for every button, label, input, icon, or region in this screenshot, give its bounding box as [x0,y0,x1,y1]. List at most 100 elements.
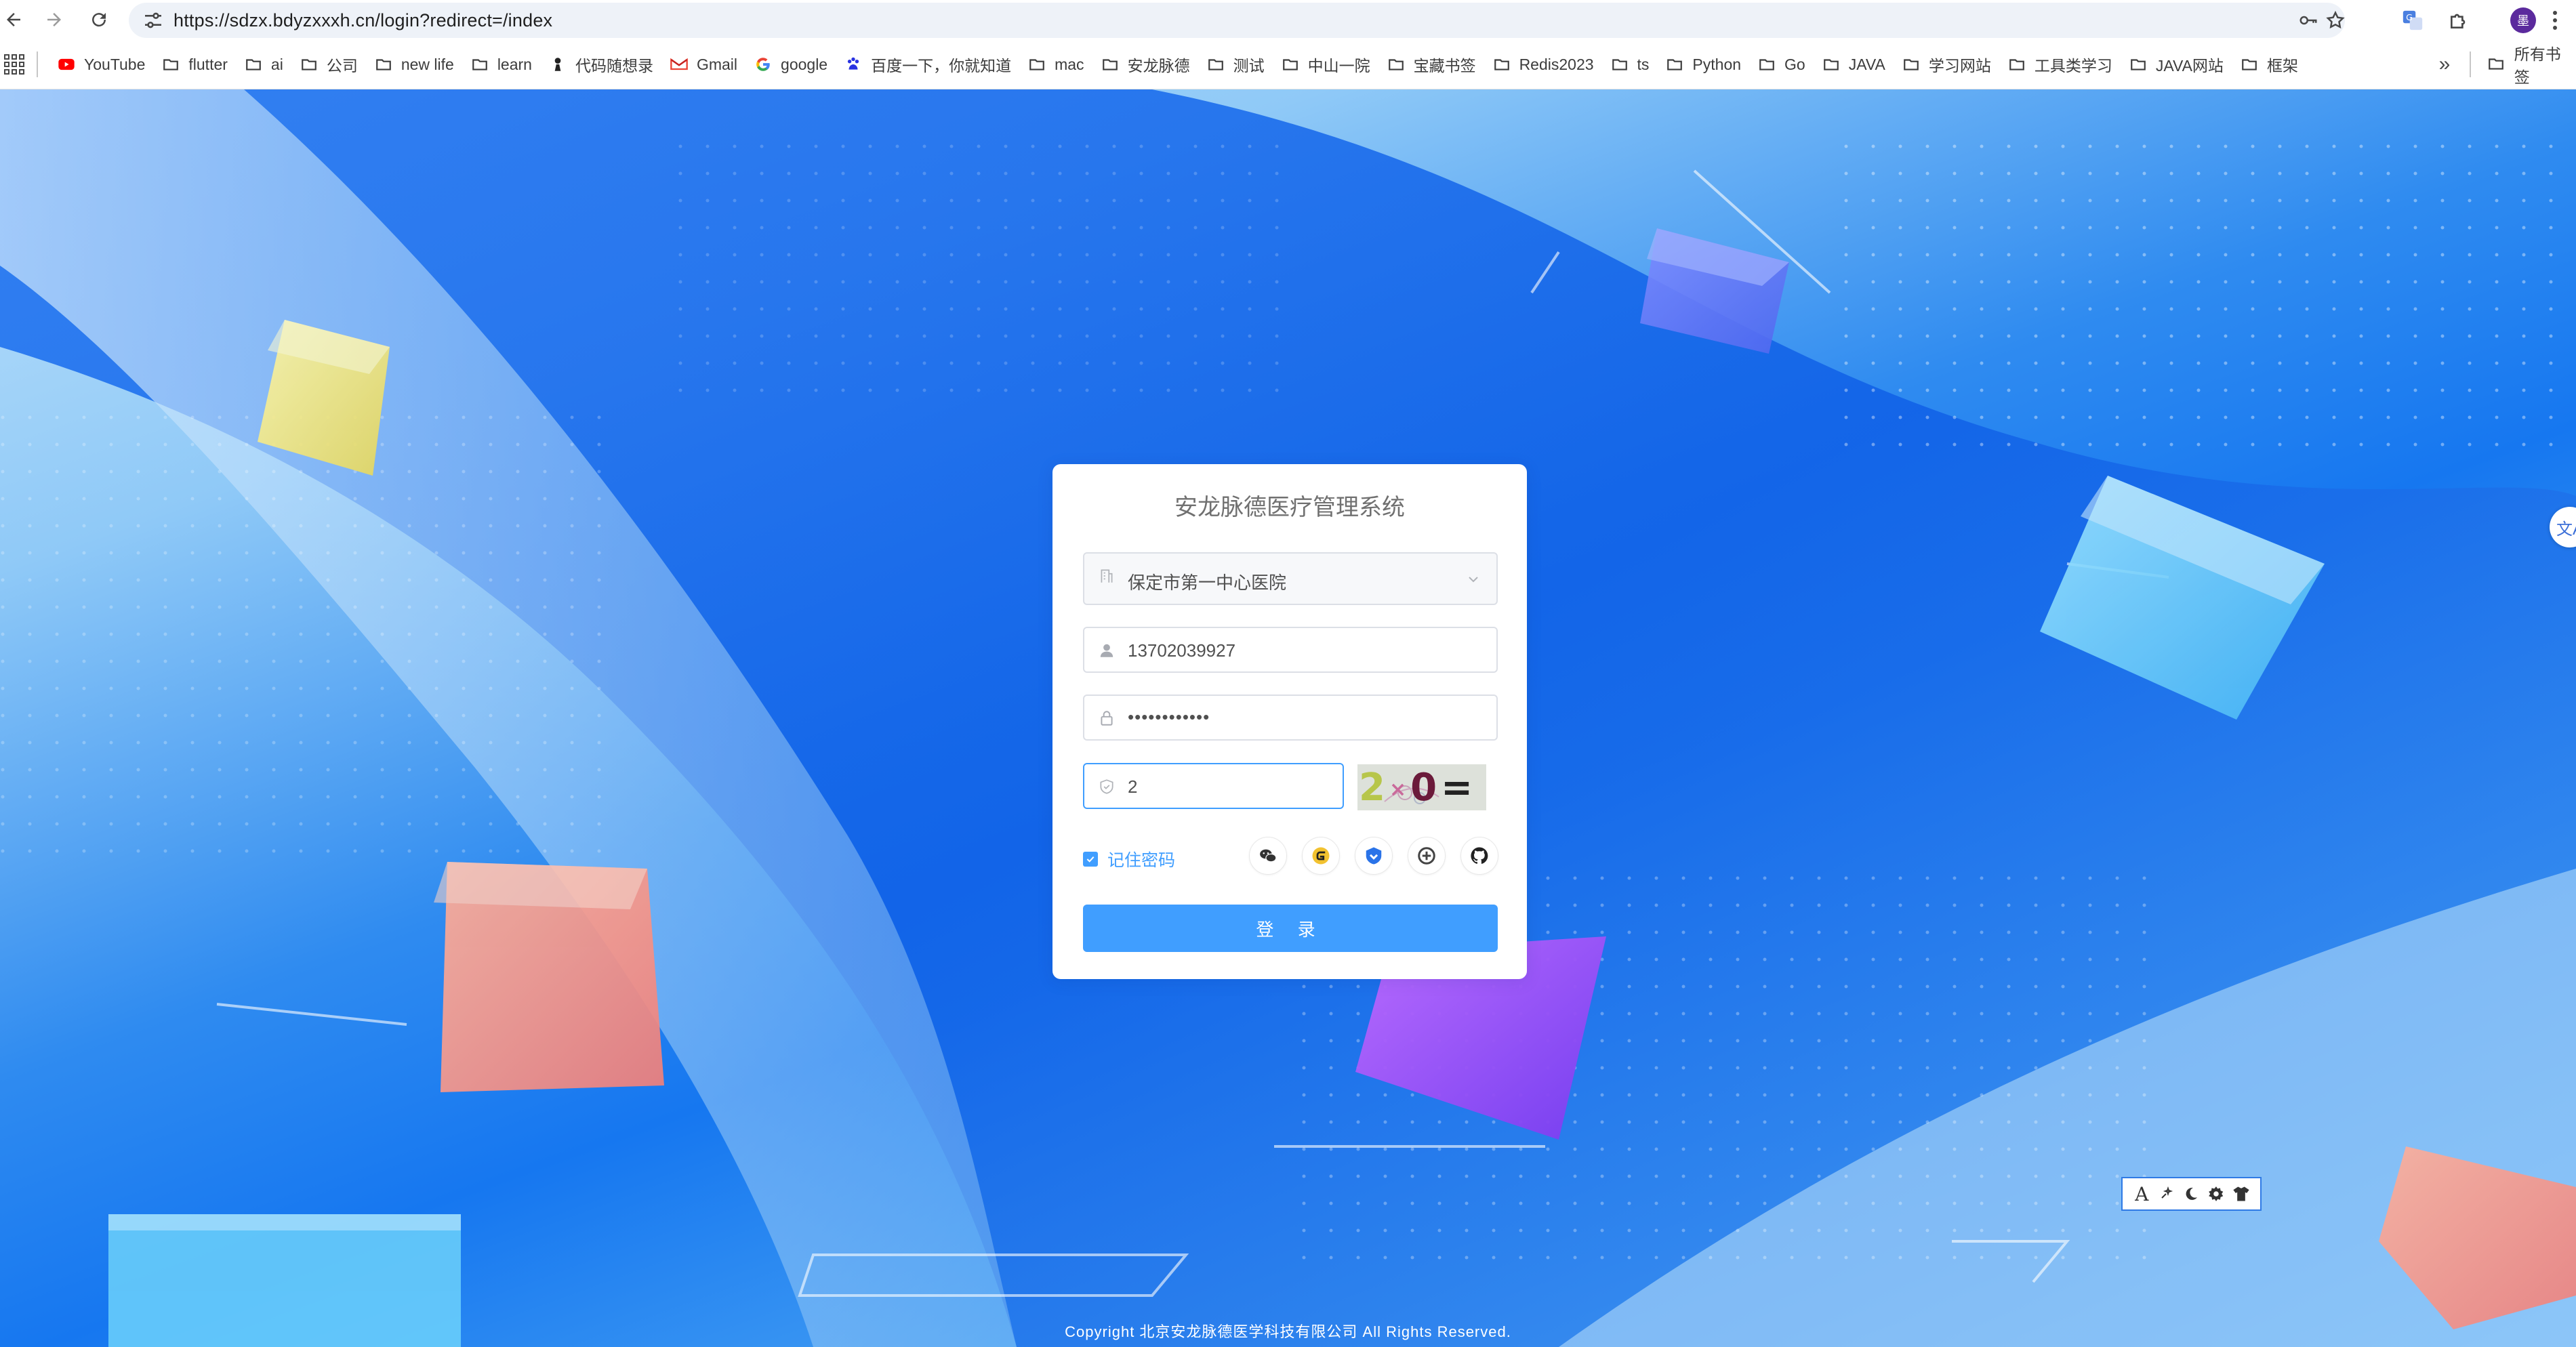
bookmark-label: YouTube [84,55,146,73]
hospital-select-value: 保定市第一中心医院 [1128,573,1287,593]
bookmark-label: Redis2023 [1519,55,1594,73]
forward-arrow-icon [47,13,61,26]
bookmark-item[interactable]: 测试 [1201,39,1275,89]
github-icon [1471,847,1488,864]
username-value[interactable]: 13702039927 [1128,640,1235,661]
folder-icon [244,55,263,74]
bookmark-label: JAVA网站 [2155,57,2224,75]
bookmark-item[interactable]: JAVA网站 [2123,39,2234,89]
reload-button[interactable] [85,6,113,33]
bookmark-item[interactable]: mac [1022,39,1095,89]
baidu-icon [844,55,863,74]
bookmark-item[interactable]: Gmail [664,39,748,89]
moon-icon[interactable] [2180,1183,2202,1205]
bookmark-star-icon[interactable] [2325,9,2346,31]
bookmark-item[interactable]: Python [1660,39,1752,89]
font-icon[interactable]: A [2131,1183,2152,1205]
bookmark-item[interactable]: 安龙脉德 [1095,39,1201,89]
bookmark-label: learn [497,55,532,73]
reload-icon [92,13,106,27]
bookmark-label: 框架 [2266,57,2298,75]
captcha-image[interactable]: 2×0= [1357,764,1486,810]
building-icon [1101,569,1113,583]
translate-extension-icon[interactable]: G [2400,8,2425,33]
password-value[interactable]: •••••••••••• [1128,707,1210,728]
bookmark-item[interactable]: new life [369,39,465,89]
profile-avatar[interactable]: 墨 [2510,7,2536,33]
bookmark-label: Gmail [696,55,738,73]
bookmark-item[interactable]: google [748,39,838,89]
browser-toolbar: https://sdzx.bdyzxxxh.cn/login?redirect=… [0,0,2576,39]
bookmark-item[interactable]: Go [1752,39,1816,89]
bookmark-item[interactable]: 百度一下，你就知道 [838,39,1022,89]
maxkey-login-button[interactable] [1355,837,1393,875]
bookmark-item[interactable]: flutter [156,39,239,89]
folder-icon [1902,55,1921,74]
bookmark-separator [37,51,38,77]
bookmark-item[interactable]: ai [239,39,294,89]
bookmark-item[interactable]: 代码随想录 [543,39,664,89]
address-bar[interactable]: https://sdzx.bdyzxxxh.cn/login?redirect=… [129,3,2345,38]
captcha-input[interactable]: 2 [1083,763,1344,809]
bookmark-item[interactable]: Redis2023 [1487,39,1605,89]
gmail-icon [670,55,689,74]
hospital-select[interactable]: 保定市第一中心医院 [1083,552,1498,605]
topiam-login-button[interactable] [1408,837,1446,875]
password-field[interactable]: •••••••••••• [1083,695,1498,741]
github-login-button[interactable] [1460,837,1498,875]
youtube-icon [57,55,76,74]
bookmark-item[interactable]: 框架 [2234,39,2309,89]
bookmark-label: google [781,55,828,73]
bookmark-list: YouTube flutter ai 公司 new life learn 代码随想录 Gmai… [52,39,2309,89]
forward-button[interactable] [41,6,68,33]
gear-icon[interactable] [2205,1183,2227,1205]
bookmark-item[interactable]: learn [465,39,543,89]
shirt-icon[interactable] [2230,1183,2252,1205]
bookmark-label: Go [1784,55,1805,73]
social-login-list [1249,837,1498,875]
url-text[interactable]: https://sdzx.bdyzxxxh.cn/login?redirect=… [173,10,552,31]
bookmark-item[interactable]: ts [1605,39,1660,89]
folder-icon [1281,55,1300,74]
sparkle-icon[interactable] [2156,1183,2178,1205]
bookmark-item[interactable]: JAVA [1816,39,1896,89]
all-bookmarks-folder[interactable]: 所有书签 [2487,39,2576,89]
extensions-puzzle-icon[interactable] [2447,8,2471,33]
bookmark-item[interactable]: 工具类学习 [2002,39,2123,89]
bookmark-label: 公司 [326,57,358,75]
bookmark-label: 安龙脉德 [1127,57,1190,75]
folder-icon [1492,55,1511,74]
username-field[interactable]: 13702039927 [1083,627,1498,673]
bookmark-item[interactable]: 宝藏书签 [1381,39,1487,89]
site-info-icon[interactable] [142,9,164,31]
bookmark-item[interactable]: YouTube [52,39,156,89]
bookmark-item[interactable]: 中山一院 [1275,39,1381,89]
topiam-icon [1418,847,1435,865]
bookmark-item[interactable]: 公司 [294,39,369,89]
apps-grid-icon[interactable] [4,54,24,75]
bookmark-label: JAVA [1848,55,1885,73]
back-button[interactable] [0,6,27,33]
google-icon [754,55,773,74]
user-icon [1100,644,1113,657]
folder-icon [1665,55,1684,74]
bookmark-label: flutter [188,55,228,73]
remember-password[interactable]: 记住密码 [1083,847,1175,871]
more-bookmarks-button[interactable]: » [2433,53,2456,76]
svg-text:G: G [2406,13,2413,23]
login-button[interactable]: 登 录 [1083,905,1498,952]
captcha-input-value[interactable]: 2 [1128,776,1137,797]
folder-icon [1387,55,1406,74]
gitee-login-button[interactable] [1302,837,1340,875]
password-key-icon[interactable] [2297,9,2319,31]
wechat-login-button[interactable] [1249,837,1287,875]
browser-menu-icon[interactable] [2548,8,2562,33]
folder-icon [1610,55,1629,74]
folder-icon [1101,55,1120,74]
remember-checkbox[interactable] [1083,852,1098,867]
bookmark-label: 学习网站 [1928,57,1991,75]
bookmark-label: 中山一院 [1307,57,1370,75]
bookmark-item[interactable]: 学习网站 [1896,39,2002,89]
folder-icon [1027,55,1046,74]
check-icon [1086,856,1095,863]
